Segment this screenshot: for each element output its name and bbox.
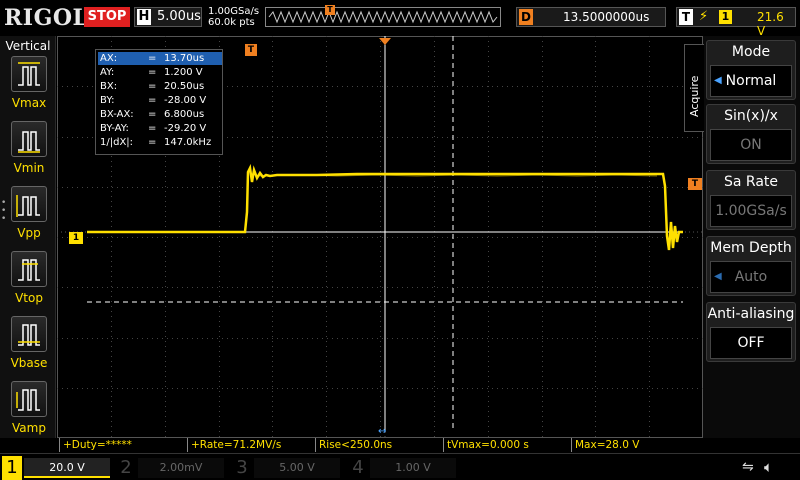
- rising-edge-icon: ⚡: [699, 9, 709, 24]
- cursor-row-by-ay: BY-AY: = -29.20 V: [100, 123, 207, 134]
- vmin-icon: [11, 121, 47, 157]
- measure-vamp[interactable]: Vamp: [7, 381, 51, 441]
- timebase-value: 5.00us: [157, 9, 201, 24]
- run-stop-button[interactable]: STOP: [84, 7, 130, 27]
- channel-scale: 20.0 V: [24, 458, 110, 478]
- page-dots-icon: • • •: [1, 198, 7, 224]
- cursor-row-ax: AX: = 13.70us: [98, 52, 222, 65]
- cursor-row-by: BY: = -28.00 V: [100, 95, 207, 106]
- trigger-label: T: [679, 9, 693, 25]
- trigger-level-marker[interactable]: T: [688, 178, 702, 190]
- channel-1[interactable]: 1 20.0 V: [2, 456, 112, 480]
- channel-3[interactable]: 3 5.00 V: [232, 456, 342, 480]
- cursor-row-ay: AY: = 1.200 V: [100, 67, 203, 78]
- channel-scale: 1.00 V: [370, 458, 456, 478]
- measure-vmin[interactable]: Vmin: [7, 121, 51, 181]
- trigger-level: 21.6 V: [757, 10, 784, 38]
- select-arrow-icon: ◀: [714, 271, 722, 282]
- measure-vpp[interactable]: Vpp: [7, 186, 51, 246]
- overview-wave: [268, 10, 498, 24]
- horizontal-delay[interactable]: D 13.5000000us: [516, 7, 666, 27]
- channel-number: 1: [2, 456, 22, 480]
- ch1-ground-marker[interactable]: 1: [69, 232, 83, 244]
- cursor-row-freq: 1/|dX|: = 147.0kHz: [100, 137, 212, 148]
- channel-number: 3: [236, 457, 248, 478]
- menu-value: OFF: [710, 327, 792, 359]
- usb-icon: ⇋: [742, 459, 754, 475]
- anti-aliasing-softkey[interactable]: Anti-aliasing OFF: [706, 302, 796, 362]
- horizontal-center-icon: ↔: [378, 426, 387, 437]
- menu-value: ON: [710, 129, 792, 161]
- trigger-settings[interactable]: T ⚡ 1 21.6 V: [676, 7, 796, 38]
- measure-vtop[interactable]: Vtop: [7, 251, 51, 311]
- sample-info: 1.00GSa/s 60.0k pts: [208, 6, 259, 28]
- sample-rate: 1.00GSa/s: [208, 6, 260, 17]
- memory-points: 60.0k pts: [208, 17, 255, 28]
- measure-label: Vmax: [11, 96, 47, 110]
- channel-4[interactable]: 4 1.00 V: [348, 456, 458, 480]
- sa-rate-softkey[interactable]: Sa Rate 1.00GSa/s: [706, 170, 796, 230]
- measure-label: Vtop: [15, 291, 43, 305]
- channel-bar: 1 20.0 V 2 2.00mV 3 5.00 V 4 1.00 V ⇋ 🔈︎: [0, 453, 800, 480]
- top-status-bar: RIGOL STOP H 5.00us 1.00GSa/s 60.0k pts …: [0, 0, 800, 38]
- horizontal-label: H: [137, 9, 151, 25]
- vmax-icon: [11, 56, 47, 92]
- mode-softkey[interactable]: Mode ◀ Normal: [706, 40, 796, 100]
- channel-scale: 5.00 V: [254, 458, 340, 478]
- measure-label: Vpp: [17, 226, 41, 240]
- measurement-bar: +Duty=***** +Rate=71.2MV/s Rise<250.0ns …: [57, 438, 703, 453]
- channel-scale: 2.00mV: [138, 458, 224, 478]
- memory-waveform-overview: [265, 7, 501, 27]
- select-arrow-icon: ◀: [714, 75, 722, 86]
- sinx-softkey[interactable]: Sin(x)/x ON: [706, 104, 796, 164]
- measure-label: Vamp: [12, 421, 46, 435]
- menu-title: Sa Rate: [723, 174, 779, 190]
- measurement-max[interactable]: Max=28.0 V: [571, 438, 699, 452]
- measurement-rise[interactable]: Rise<250.0ns: [315, 438, 443, 452]
- measure-panel: Vertical ••• Vmax Vmin Vpp Vtop Vbase: [0, 36, 56, 438]
- measure-panel-title: Vertical: [5, 39, 51, 53]
- menu-value: ◀ Auto: [710, 261, 792, 293]
- menu-title: Anti-aliasing: [707, 306, 795, 322]
- vpp-icon: [11, 186, 47, 222]
- measurement-duty[interactable]: +Duty=*****: [59, 438, 187, 452]
- center-marker-icon: [379, 38, 391, 45]
- trigger-source: 1: [719, 10, 732, 24]
- cursor-row-bx-ax: BX-AX: = 6.800us: [100, 109, 205, 120]
- trigger-position-marker-top: T: [325, 5, 335, 15]
- measure-label: Vmin: [13, 161, 45, 175]
- mem-depth-softkey[interactable]: Mem Depth ◀ Auto: [706, 236, 796, 296]
- channel-number: 4: [352, 457, 364, 478]
- menu-title: Mem Depth: [710, 240, 792, 256]
- measure-vmax[interactable]: Vmax: [7, 56, 51, 116]
- channel-number: 2: [120, 457, 132, 478]
- cursor-row-bx: BX: = 20.50us: [100, 81, 205, 92]
- channel-2[interactable]: 2 2.00mV: [116, 456, 226, 480]
- horizontal-timebase[interactable]: H 5.00us: [134, 7, 202, 27]
- menu-value: 1.00GSa/s: [710, 195, 792, 227]
- measure-label: Vbase: [10, 356, 48, 370]
- acquire-menu-tab[interactable]: Acquire: [684, 44, 704, 132]
- menu-title: Mode: [731, 44, 771, 60]
- vamp-icon: [11, 381, 47, 417]
- brand-logo: RIGOL: [4, 5, 89, 31]
- vtop-icon: [11, 251, 47, 287]
- vbase-icon: [11, 316, 47, 352]
- measurement-tvmax[interactable]: tVmax=0.000 s: [443, 438, 571, 452]
- delay-value: 13.5000000us: [563, 10, 650, 24]
- cursor-readout: AX: = 13.70us AY: = 1.200 V BX: = 20.50us BY: =…: [95, 49, 223, 155]
- menu-value: ◀ Normal: [710, 65, 792, 97]
- delay-label: D: [519, 9, 533, 25]
- trigger-position-marker[interactable]: T: [245, 44, 257, 56]
- measure-vbase[interactable]: Vbase: [7, 316, 51, 376]
- menu-title: Sin(x)/x: [724, 108, 778, 124]
- measurement-rate[interactable]: +Rate=71.2MV/s: [187, 438, 315, 452]
- speaker-mute-icon[interactable]: 🔈︎: [764, 458, 773, 476]
